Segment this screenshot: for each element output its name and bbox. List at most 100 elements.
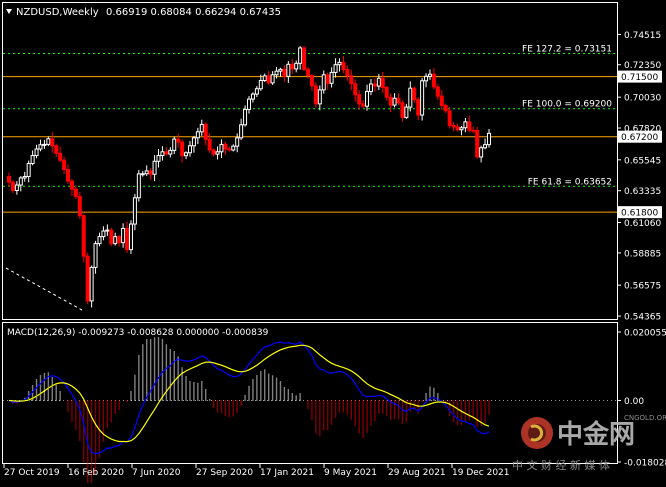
bull-candle [128, 223, 133, 251]
bear-candle [471, 129, 476, 132]
time-axis-label: 16 Feb 2020 [68, 468, 124, 478]
bull-candle [239, 124, 244, 139]
bull-candle [22, 176, 27, 179]
bear-candle [349, 75, 354, 85]
bear-candle [58, 152, 63, 161]
bull-candle [254, 88, 259, 95]
bear-candle [125, 228, 130, 251]
bear-candle [435, 86, 440, 97]
bull-candle [14, 184, 19, 192]
bull-candle [483, 144, 488, 149]
time-axis-label: 9 May 2021 [324, 468, 377, 478]
bull-candle [34, 148, 39, 157]
bear-candle [223, 143, 228, 150]
bull-candle [278, 68, 283, 72]
bear-candle [439, 95, 444, 107]
bull-candle [97, 236, 102, 245]
bull-candle [270, 74, 275, 84]
bear-candle [81, 215, 86, 257]
bear-candle [85, 255, 90, 302]
bull-candle [132, 197, 137, 225]
bull-candle [392, 97, 397, 106]
macd-axis-label: 0.020055 [624, 329, 666, 339]
bear-candle [400, 102, 405, 118]
bear-candle [69, 180, 74, 190]
bull-candle [219, 143, 224, 153]
bull-candle [243, 108, 248, 126]
macd-axis-label: -0.018028 [624, 459, 666, 469]
bear-candle [290, 63, 295, 70]
bull-candle [152, 160, 157, 175]
bear-candle [117, 236, 122, 244]
time-axis-label: 29 Aug 2021 [388, 468, 446, 478]
bull-candle [160, 151, 165, 157]
symbol-timeframe: NZDUSD,Weekly [16, 7, 99, 18]
price-axis-label: 0.63335 [624, 187, 661, 197]
price-axis-label: 0.67820 [624, 125, 661, 135]
bear-candle [357, 94, 362, 105]
trading-chart[interactable]: 0.71500 0.67200 0.61800 FE 127.2 = 0.73151… [0, 0, 666, 487]
time-axis-label: 27 Sep 2020 [196, 468, 253, 478]
bear-candle [306, 68, 311, 76]
bull-candle [262, 75, 267, 82]
price-axis-label: 0.72350 [624, 61, 661, 71]
time-axis-label: 7 Jun 2020 [132, 468, 181, 478]
bear-candle [7, 176, 11, 183]
price-level-tag-label: 0.67200 [621, 133, 658, 143]
bear-candle [66, 169, 71, 182]
bull-candle [479, 147, 484, 158]
bull-candle [156, 155, 161, 162]
bull-candle [286, 63, 291, 77]
bear-candle [164, 151, 169, 155]
bear-candle [475, 130, 480, 158]
bear-candle [431, 73, 436, 88]
bear-candle [388, 96, 393, 106]
bull-candle [463, 121, 468, 129]
bull-candle [101, 230, 106, 238]
bull-candle [195, 131, 200, 139]
bull-candle [172, 138, 177, 151]
bear-candle [207, 138, 212, 151]
bull-candle [337, 61, 342, 66]
bear-candle [62, 159, 67, 171]
bull-candle [404, 106, 409, 118]
bull-candle [168, 149, 173, 155]
time-axis-label: 27 Oct 2019 [4, 468, 60, 478]
bull-candle [231, 145, 236, 151]
fib-level-label: FE 61.8 = 0.63652 [528, 177, 612, 187]
fib-level-label: FE 100.0 = 0.69200 [522, 100, 612, 110]
bear-candle [380, 77, 385, 89]
bull-candle [105, 229, 110, 232]
bear-candle [227, 148, 232, 151]
bull-candle [26, 163, 31, 178]
macd-axis-label: 0.00 [624, 397, 644, 407]
watermark-brand: 中金网 [557, 419, 635, 450]
bull-candle [298, 47, 303, 64]
bear-candle [451, 125, 456, 128]
bull-candle [46, 138, 51, 145]
bull-candle [408, 87, 413, 108]
price-axis-label: 0.61060 [624, 219, 661, 229]
bull-candle [294, 62, 299, 70]
bull-candle [317, 89, 322, 105]
ohlc-values: 0.66919 0.68084 0.66294 0.67435 [106, 7, 281, 18]
price-level-tag-label: 0.71500 [621, 73, 658, 83]
time-axis-label: 19 Dec 2021 [452, 468, 510, 478]
bear-candle [313, 85, 318, 105]
price-axis-label: 0.70030 [624, 94, 661, 104]
bear-candle [447, 110, 452, 127]
bull-candle [38, 144, 43, 150]
bear-candle [412, 87, 417, 101]
bear-candle [211, 149, 216, 155]
chart-header: NZDUSD,Weekly 0.66919 0.68084 0.66294 0.… [6, 7, 281, 18]
time-axis-label: 17 Jan 2021 [260, 468, 314, 478]
bear-candle [109, 229, 114, 245]
bull-candle [258, 80, 263, 90]
watermark-domain: CNGOLD.ORG [624, 414, 666, 422]
price-axis-label: 0.74515 [624, 31, 661, 41]
bear-candle [309, 74, 314, 87]
bull-candle [93, 243, 98, 268]
price-axis-label: 0.65545 [624, 156, 661, 166]
bear-candle [10, 181, 15, 192]
bull-candle [365, 91, 370, 107]
